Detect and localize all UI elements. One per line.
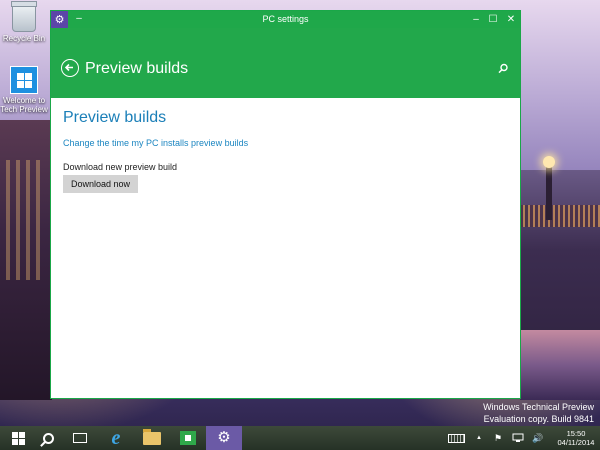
pc-settings-app-icon[interactable]: ⚙ [51,11,68,28]
task-view-icon [73,433,87,443]
clock-date: 04/11/2014 [557,438,595,447]
network-icon[interactable] [512,426,524,450]
evaluation-watermark: Windows Technical Preview Evaluation cop… [483,401,594,425]
taskbar-internet-explorer[interactable]: e [98,426,134,450]
maximize-button[interactable]: ☐ [485,11,501,28]
taskbar-clock[interactable]: 15:50 04/11/2014 [554,429,598,447]
task-view-button[interactable] [62,426,98,450]
taskbar-store[interactable] [170,426,206,450]
volume-icon[interactable]: 🔊 [532,426,543,450]
back-arrow-icon[interactable] [61,59,79,77]
search-icon [42,432,54,444]
wallpaper-lamp [543,156,555,220]
download-now-button[interactable]: Download now [63,175,138,193]
taskbar: e ⚙ ▲ ⚑ 🔊 15:50 04/11/2014 [0,426,600,450]
wallpaper-water [520,330,600,400]
window-title: PC settings [262,14,309,24]
store-icon [180,431,196,445]
watermark-line-2: Evaluation copy. Build 9841 [483,414,594,424]
windows-logo-icon [10,66,38,94]
keyboard-icon [448,433,465,443]
pc-settings-icon: ⚙ [217,429,231,446]
change-install-time-link[interactable]: Change the time my PC installs preview b… [63,137,248,149]
action-center-flag-icon[interactable]: ⚑ [494,426,502,450]
wallpaper-bridge [520,205,600,227]
start-icon [11,431,25,445]
search-icon[interactable] [496,62,510,76]
desktop-icon-label: Recycle Bin [2,34,46,43]
header-title: Preview builds [85,60,189,77]
internet-explorer-icon: e [111,427,121,449]
pc-settings-window: ⚙ – PC settings – ☐ ✕ Preview builds Pre… [51,11,520,398]
watermark-line-1: Windows Technical Preview [483,402,594,412]
desktop-icon-recycle-bin[interactable]: Recycle Bin [0,1,48,43]
touch-keyboard-button[interactable] [448,426,465,450]
window-titlebar[interactable]: ⚙ – PC settings – ☐ ✕ [51,11,520,28]
minimize-button[interactable]: – [468,11,484,28]
download-label: Download new preview build [63,162,178,172]
settings-content: Preview builds Change the time my PC ins… [51,98,520,398]
taskbar-pc-settings[interactable]: ⚙ [206,426,242,450]
file-explorer-icon [143,428,161,445]
app-menu-button[interactable]: – [73,12,85,26]
taskbar-search-button[interactable] [30,426,66,450]
close-button[interactable]: ✕ [503,11,519,28]
recycle-bin-icon [11,1,37,32]
settings-header: Preview builds [51,28,520,98]
show-hidden-icons-button[interactable]: ▲ [476,426,482,450]
section-title: Preview builds [63,109,167,126]
desktop-icon-label: Welcome to Tech Preview [0,96,48,114]
desktop-icon-welcome[interactable]: Welcome to Tech Preview [0,66,48,114]
taskbar-file-explorer[interactable] [134,426,170,450]
wallpaper-left-buildings [0,120,52,400]
clock-time: 15:50 [566,429,586,438]
